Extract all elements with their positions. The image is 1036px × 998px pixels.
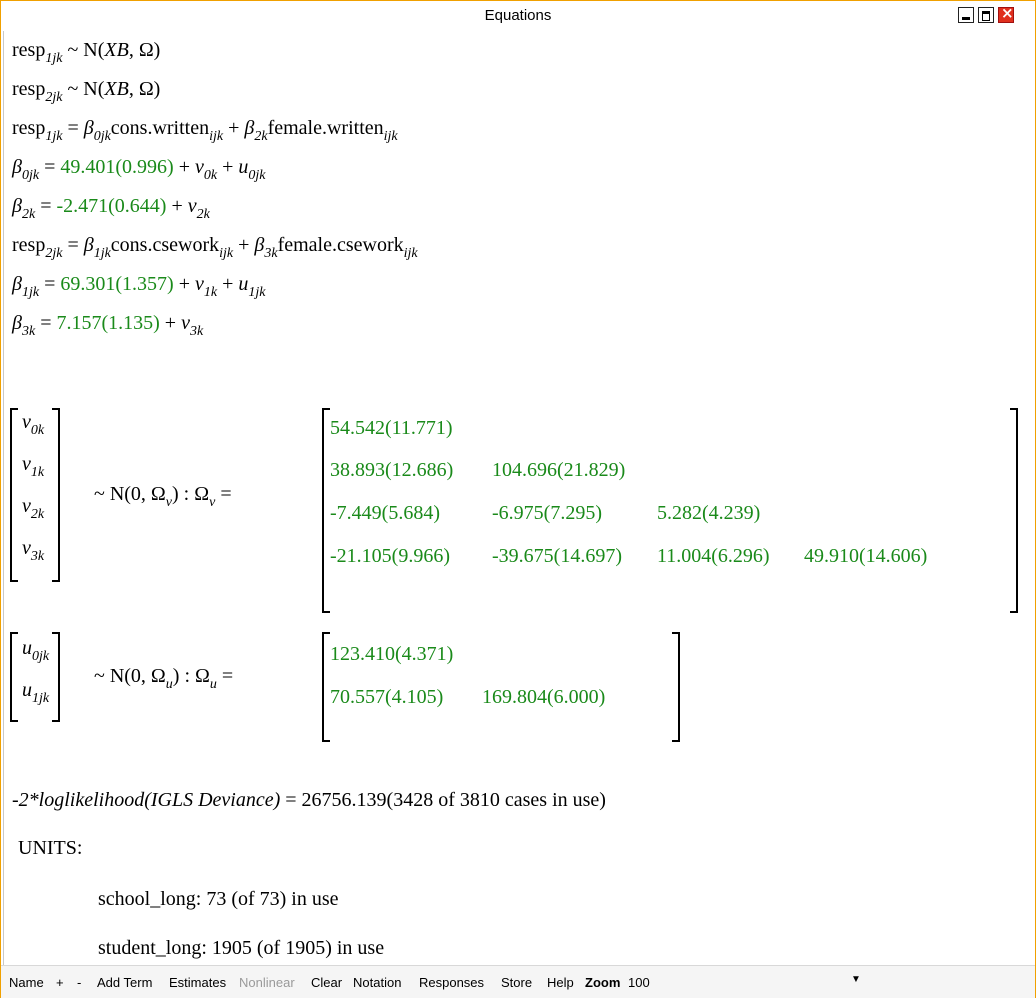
matrix-cell: 123.410(4.371) [330, 643, 454, 665]
add-term-button[interactable]: Add Term [97, 975, 152, 990]
vector-right-bracket [52, 632, 60, 722]
zoom-select[interactable]: 100 [628, 975, 650, 990]
zoom-label: Zoom [585, 975, 621, 990]
matrix-left-bracket [322, 408, 330, 613]
matrix-right-bracket [1010, 408, 1018, 613]
equation-beta3: β3k = 7.157(1.135) + v3k [12, 312, 204, 339]
vector-left-bracket [10, 632, 18, 722]
maximize-icon[interactable] [978, 7, 994, 23]
unit-item: school_long: 73 (of 73) in use [98, 888, 339, 910]
clear-button[interactable]: Clear [311, 975, 342, 990]
matrix-cell: 70.557(4.105) [330, 686, 444, 708]
equations-content: resp1jk ~ N(XB, Ω) resp2jk ~ N(XB, Ω) re… [3, 31, 1034, 966]
estimates-button[interactable]: Estimates [169, 975, 226, 990]
help-button[interactable]: Help [547, 975, 574, 990]
equation-beta1: β1jk = 69.301(1.357) + v1k + u1jk [12, 273, 266, 300]
vector-right-bracket [52, 408, 60, 582]
chevron-down-icon[interactable]: ▼ [851, 974, 861, 985]
window-title: Equations [484, 7, 552, 24]
equations-window: Equations resp1jk ~ N(XB, Ω) resp2jk ~ N… [0, 0, 1036, 998]
equation-beta2: β2k = -2.471(0.644) + v2k [12, 195, 210, 222]
matrix-cell: 11.004(6.296) [657, 545, 770, 567]
matrix-cell: 38.893(12.686) [330, 459, 454, 481]
add-plus-button[interactable]: + [56, 975, 64, 990]
name-button[interactable]: Name [9, 975, 44, 990]
equation-resp1-linear-predictor: resp1jk = β0jkcons.writtenijk + β2kfemal… [12, 117, 398, 144]
omega-v-distribution: ~ N(0, Ωv) : Ωv = [94, 483, 232, 510]
store-button[interactable]: Store [501, 975, 532, 990]
nonlinear-button[interactable]: Nonlinear [239, 975, 295, 990]
equation-resp2-linear-predictor: resp2jk = β1jkcons.cseworkijk + β3kfemal… [12, 234, 418, 261]
unit-item: student_long: 1905 (of 1905) in use [98, 937, 385, 959]
notation-button[interactable]: Notation [353, 975, 401, 990]
matrix-cell: 169.804(6.000) [482, 686, 606, 708]
vector-left-bracket [10, 408, 18, 582]
matrix-cell: 54.542(11.771) [330, 417, 453, 439]
omega-u-distribution: ~ N(0, Ωu) : Ωu = [94, 665, 234, 692]
equation-beta0: β0jk = 49.401(0.996) + v0k + u0jk [12, 156, 266, 183]
title-bar[interactable]: Equations [1, 1, 1035, 31]
matrix-cell: 104.696(21.829) [492, 459, 626, 481]
matrix-cell: 5.282(4.239) [657, 502, 761, 524]
equation-resp1-distribution: resp1jk ~ N(XB, Ω) [12, 39, 161, 66]
matrix-cell: 49.910(14.606) [804, 545, 928, 567]
equation-resp2-distribution: resp2jk ~ N(XB, Ω) [12, 78, 161, 105]
close-icon[interactable] [998, 4, 1014, 23]
matrix-cell: -39.675(14.697) [492, 545, 622, 567]
matrix-right-bracket [672, 632, 680, 742]
matrix-left-bracket [322, 632, 330, 742]
deviance-line: -2*loglikelihood(IGLS Deviance) = 26756.… [12, 789, 606, 811]
remove-minus-button[interactable]: - [77, 975, 81, 990]
bottom-toolbar: Name + - Add Term Estimates Nonlinear Cl… [1, 965, 1035, 998]
units-heading: UNITS: [18, 837, 83, 859]
responses-button[interactable]: Responses [419, 975, 484, 990]
minimize-icon[interactable] [958, 7, 974, 23]
matrix-cell: -7.449(5.684) [330, 502, 440, 524]
matrix-cell: -6.975(7.295) [492, 502, 602, 524]
matrix-cell: -21.105(9.966) [330, 545, 450, 567]
